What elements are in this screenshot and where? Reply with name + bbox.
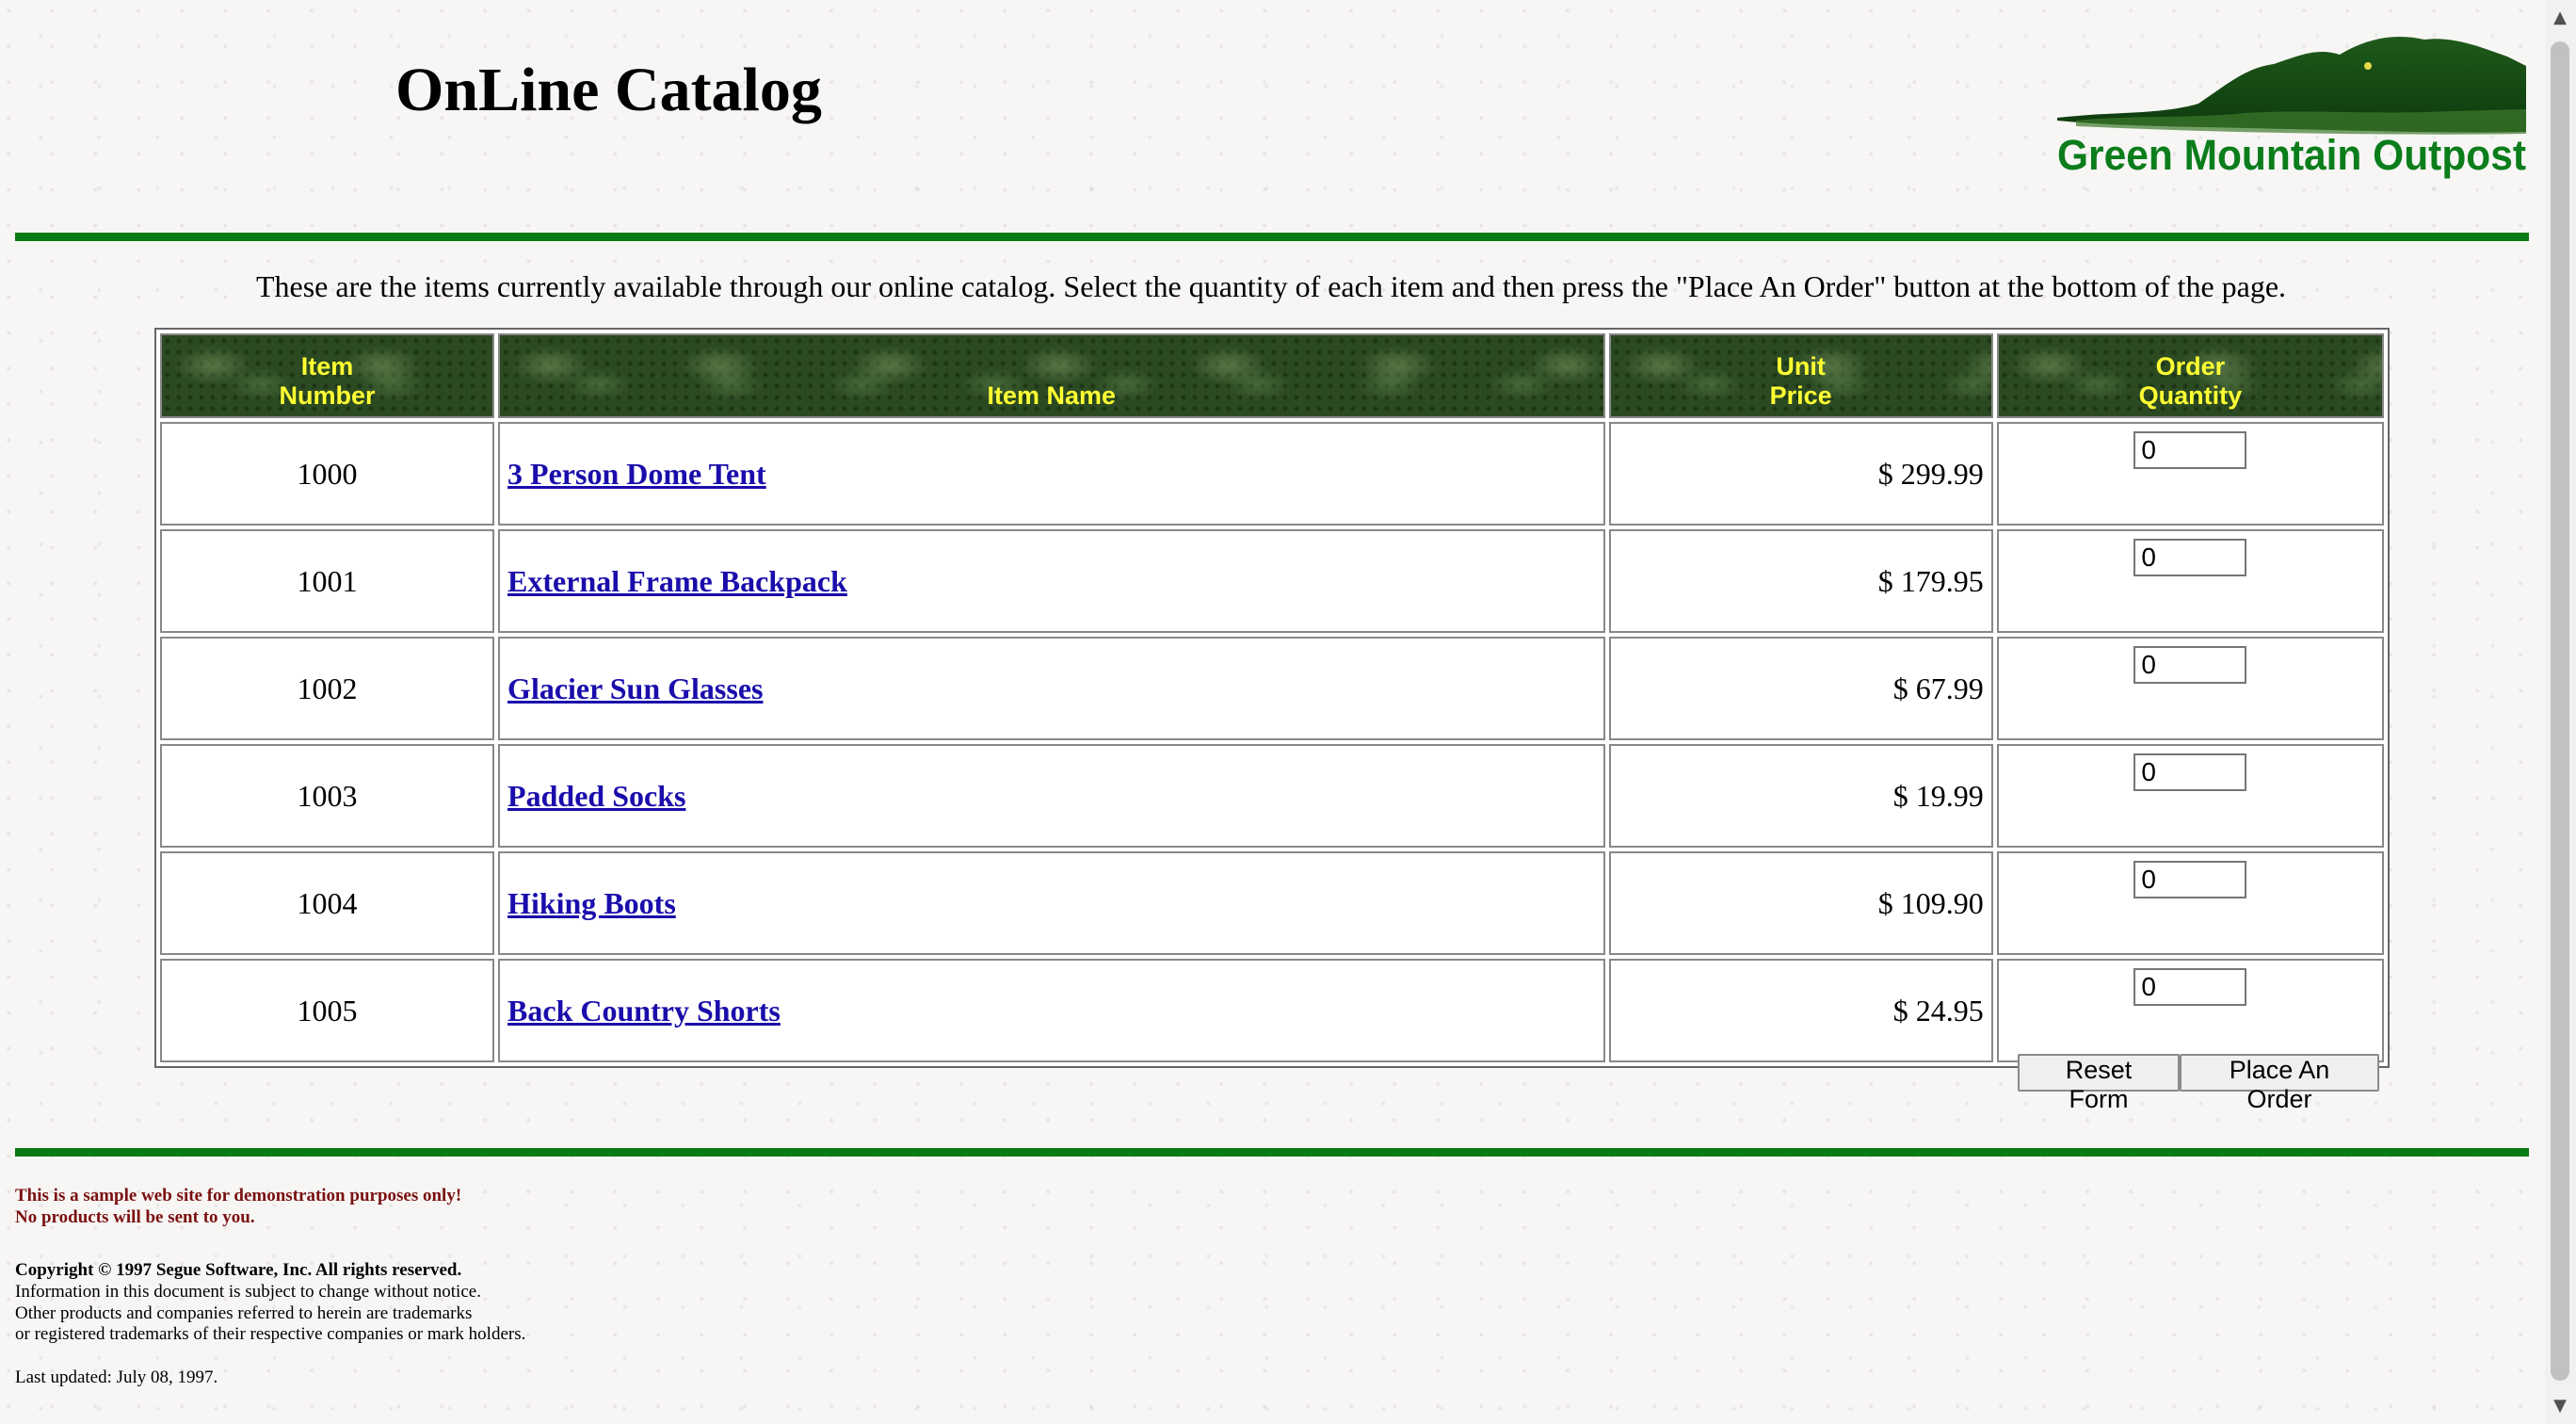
quantity-cell xyxy=(1996,744,2384,848)
item-link[interactable]: Hiking Boots xyxy=(507,886,676,920)
catalog-table: Item Number Item Name Unit Price Order Q… xyxy=(154,328,2390,1068)
quantity-cell xyxy=(1996,959,2384,1062)
quantity-input[interactable] xyxy=(2133,539,2247,576)
table-row: 1004 Hiking Boots $ 109.90 xyxy=(160,851,2384,955)
quantity-input[interactable] xyxy=(2133,431,2247,469)
page-title: OnLine Catalog xyxy=(395,56,822,124)
item-link[interactable]: Glacier Sun Glasses xyxy=(507,672,763,705)
unit-price: $ 67.99 xyxy=(1608,637,1993,740)
copyright-line: Copyright © 1997 Segue Software, Inc. Al… xyxy=(15,1260,462,1280)
top-divider xyxy=(15,233,2529,241)
unit-price: $ 24.95 xyxy=(1608,959,1993,1062)
item-number: 1004 xyxy=(160,851,495,955)
header-order-quantity-line1: Order xyxy=(2155,351,2226,380)
table-row: 1003 Padded Socks $ 19.99 xyxy=(160,744,2384,848)
item-link[interactable]: Back Country Shorts xyxy=(507,994,781,1028)
bottom-divider xyxy=(15,1148,2529,1157)
scroll-down-arrow-icon[interactable]: ▼ xyxy=(2551,1396,2569,1416)
unit-price: $ 109.90 xyxy=(1608,851,1993,955)
notice-line: Other products and companies referred to… xyxy=(15,1303,473,1323)
copyright-block: Copyright © 1997 Segue Software, Inc. Al… xyxy=(15,1260,525,1346)
table-row: 1000 3 Person Dome Tent $ 299.99 xyxy=(160,422,2384,526)
quantity-input[interactable] xyxy=(2133,861,2247,898)
disclaimer: This is a sample web site for demonstrat… xyxy=(15,1186,461,1229)
quantity-cell xyxy=(1996,529,2384,633)
header-item-number: Item Number xyxy=(160,333,495,418)
table-row: 1002 Glacier Sun Glasses $ 67.99 xyxy=(160,637,2384,740)
place-order-button[interactable]: Place An Order xyxy=(2180,1054,2379,1113)
item-number: 1003 xyxy=(160,744,495,848)
unit-price: $ 179.95 xyxy=(1608,529,1993,633)
item-name-cell: Hiking Boots xyxy=(498,851,1605,955)
quantity-cell xyxy=(1996,637,2384,740)
quantity-input[interactable] xyxy=(2133,968,2247,1006)
quantity-input[interactable] xyxy=(2133,753,2247,791)
item-number: 1002 xyxy=(160,637,495,740)
disclaimer-line: This is a sample web site for demonstrat… xyxy=(15,1186,462,1206)
header-order-quantity-line2: Quantity xyxy=(2138,380,2243,410)
notice-line: Information in this document is subject … xyxy=(15,1281,481,1302)
header-item-name-label: Item Name xyxy=(987,380,1117,410)
unit-price: $ 299.99 xyxy=(1608,422,1993,526)
last-updated: Last updated: July 08, 1997. xyxy=(15,1367,218,1387)
item-link[interactable]: 3 Person Dome Tent xyxy=(507,457,766,491)
item-name-cell: External Frame Backpack xyxy=(498,529,1605,633)
intro-text: These are the items currently available … xyxy=(255,269,2287,303)
quantity-cell xyxy=(1996,422,2384,526)
header-item-name: Item Name xyxy=(498,333,1605,418)
item-name-cell: Back Country Shorts xyxy=(498,959,1605,1062)
item-number: 1001 xyxy=(160,529,495,633)
header-item-number-line2: Number xyxy=(279,380,376,410)
quantity-input[interactable] xyxy=(2133,646,2247,684)
disclaimer-line: No products will be sent to you. xyxy=(15,1206,255,1227)
table-header-row: Item Number Item Name Unit Price Order Q… xyxy=(160,333,2384,418)
item-number: 1005 xyxy=(160,959,495,1062)
item-name-cell: 3 Person Dome Tent xyxy=(498,422,1605,526)
item-name-cell: Glacier Sun Glasses xyxy=(498,637,1605,740)
header-unit-price-line1: Unit xyxy=(1776,351,1826,380)
header-item-number-line1: Item xyxy=(300,351,354,380)
scrollbar-thumb[interactable] xyxy=(2551,41,2569,1381)
reset-form-button[interactable]: Reset Form xyxy=(2018,1054,2180,1113)
quantity-cell xyxy=(1996,851,2384,955)
unit-price: $ 19.99 xyxy=(1608,744,1993,848)
item-number: 1000 xyxy=(160,422,495,526)
item-name-cell: Padded Socks xyxy=(498,744,1605,848)
logo-text: Green Mountain Outpost xyxy=(2057,131,2526,179)
scroll-up-arrow-icon[interactable]: ▲ xyxy=(2551,8,2569,27)
item-link[interactable]: Padded Socks xyxy=(507,779,685,813)
table-row: 1001 External Frame Backpack $ 179.95 xyxy=(160,529,2384,633)
green-mountain-outpost-logo: Green Mountain Outpost xyxy=(2057,36,2526,179)
notice-line: or registered trademarks of their respec… xyxy=(15,1324,526,1345)
header-unit-price: Unit Price xyxy=(1608,333,1993,418)
header-unit-price-line2: Price xyxy=(1769,380,1832,410)
header-order-quantity: Order Quantity xyxy=(1996,333,2384,418)
table-row: 1005 Back Country Shorts $ 24.95 xyxy=(160,959,2384,1062)
item-link[interactable]: External Frame Backpack xyxy=(507,564,847,598)
